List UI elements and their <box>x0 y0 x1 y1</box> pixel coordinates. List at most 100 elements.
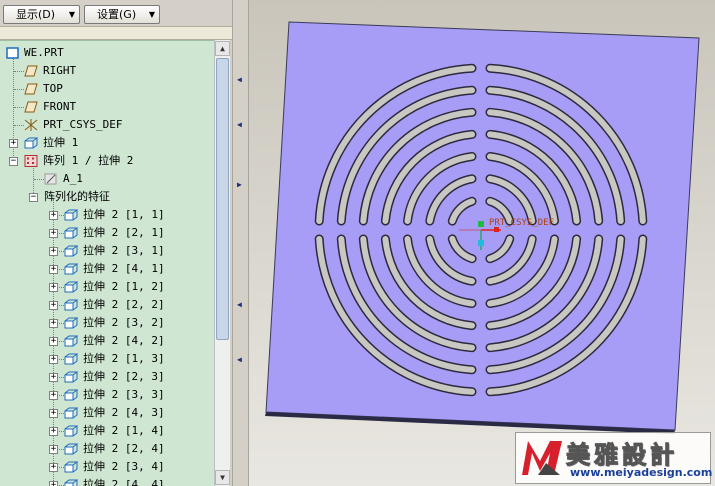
tree-item-pattern-member[interactable]: + 拉伸 2 [1, 2] <box>0 278 214 296</box>
model-tree-toolbar: 显示(D) ▼ 设置(G) ▼ <box>0 0 232 26</box>
tree-root[interactable]: WE.PRT <box>0 44 214 62</box>
csys-label: PRT_CSYS_DEF <box>489 218 554 228</box>
expand-icon[interactable]: + <box>49 409 58 418</box>
tree-item-label: 拉伸 1 <box>43 136 79 149</box>
expand-icon[interactable]: + <box>49 265 58 274</box>
tree-item-pattern-member[interactable]: + 拉伸 2 [2, 3] <box>0 368 214 386</box>
extrude-icon <box>24 137 38 149</box>
tree-item-pattern-member[interactable]: + 拉伸 2 [1, 4] <box>0 422 214 440</box>
expand-icon[interactable]: + <box>49 283 58 292</box>
collapse-left-icon[interactable]: ◀ <box>237 355 242 364</box>
tree-scrollbar[interactable]: ▲ ▼ <box>214 40 230 486</box>
model-tree-panel: 显示(D) ▼ 设置(G) ▼ WE.PRT RIGHT TOP FRONT P… <box>0 0 232 486</box>
tree-item-pattern-member[interactable]: + 拉伸 2 [1, 3] <box>0 350 214 368</box>
extrude-icon <box>64 227 78 239</box>
chevron-down-icon: ▼ <box>68 10 75 19</box>
graphics-window[interactable]: PRT_CSYS_DEF 美雅設計 www.meiyadesign.com <box>249 0 715 486</box>
tree-item-pattern-member[interactable]: + 拉伸 2 [3, 1] <box>0 242 214 260</box>
expand-right-icon[interactable]: ▶ <box>237 180 242 189</box>
scroll-down-icon[interactable]: ▼ <box>215 470 230 485</box>
expand-icon[interactable]: + <box>49 229 58 238</box>
expand-icon[interactable]: + <box>49 337 58 346</box>
collapse-icon[interactable]: − <box>9 157 18 166</box>
tree-item-pattern-1[interactable]: − 阵列 1 / 拉伸 2 <box>0 152 214 170</box>
scroll-thumb[interactable] <box>216 58 229 340</box>
datum-plane-icon <box>24 65 38 77</box>
expand-icon[interactable]: + <box>49 373 58 382</box>
settings-menu-button[interactable]: 设置(G) ▼ <box>84 5 160 24</box>
tree-item-label: 拉伸 2 [2, 3] <box>83 370 165 383</box>
tree-item-extrude-1[interactable]: + 拉伸 1 <box>0 134 214 152</box>
tree-item-pattern-member[interactable]: + 拉伸 2 [3, 2] <box>0 314 214 332</box>
tree-item-patterned-features[interactable]: − 阵列化的特征 <box>0 188 214 206</box>
extrude-icon <box>64 245 78 257</box>
expand-icon[interactable]: + <box>49 247 58 256</box>
extrude-icon <box>64 263 78 275</box>
expand-icon[interactable]: + <box>49 481 58 486</box>
tree-item-label: 拉伸 2 [2, 4] <box>83 442 165 455</box>
tree-item-axis[interactable]: A_1 <box>0 170 214 188</box>
tree-item-csys[interactable]: PRT_CSYS_DEF <box>0 116 214 134</box>
tree-item-top[interactable]: TOP <box>0 80 214 98</box>
chevron-down-icon: ▼ <box>148 10 155 19</box>
tree-item-pattern-member[interactable]: + 拉伸 2 [4, 4] <box>0 476 214 486</box>
tree-item-pattern-member[interactable]: + 拉伸 2 [4, 2] <box>0 332 214 350</box>
expand-icon[interactable]: + <box>49 427 58 436</box>
watermark: 美雅設計 www.meiyadesign.com <box>515 432 712 484</box>
expand-icon[interactable]: + <box>49 301 58 310</box>
extrude-icon <box>64 443 78 455</box>
expand-icon[interactable]: + <box>9 139 18 148</box>
expand-icon[interactable]: + <box>49 319 58 328</box>
tree-item-label: 拉伸 2 [2, 2] <box>83 298 165 311</box>
extrude-icon <box>64 209 78 221</box>
extrude-icon <box>64 353 78 365</box>
tree-item-pattern-member[interactable]: + 拉伸 2 [3, 4] <box>0 458 214 476</box>
display-menu-button[interactable]: 显示(D) ▼ <box>3 5 80 24</box>
collapse-left-icon[interactable]: ◀ <box>237 120 242 129</box>
settings-menu-label: 设置(G) <box>97 8 137 21</box>
tree-item-pattern-member[interactable]: + 拉伸 2 [2, 2] <box>0 296 214 314</box>
tree-item-pattern-member[interactable]: + 拉伸 2 [2, 1] <box>0 224 214 242</box>
tree-item-label: 拉伸 2 [1, 4] <box>83 424 165 437</box>
expand-icon[interactable]: + <box>49 445 58 454</box>
part-icon <box>6 47 19 59</box>
tree-item-label: 拉伸 2 [3, 1] <box>83 244 165 257</box>
tree-item-right[interactable]: RIGHT <box>0 62 214 80</box>
tree-item-label: 拉伸 2 [3, 2] <box>83 316 165 329</box>
expand-icon[interactable]: + <box>49 211 58 220</box>
collapse-left-icon[interactable]: ◀ <box>237 300 242 309</box>
tree-item-front[interactable]: FRONT <box>0 98 214 116</box>
display-menu-label: 显示(D) <box>16 8 56 21</box>
pattern-icon <box>24 155 38 167</box>
tree-item-pattern-member[interactable]: + 拉伸 2 [4, 1] <box>0 260 214 278</box>
datum-axis-icon <box>44 173 57 185</box>
expand-icon[interactable]: + <box>49 355 58 364</box>
extrude-icon <box>64 389 78 401</box>
scroll-up-icon[interactable]: ▲ <box>215 41 230 56</box>
tree-item-label: 拉伸 2 [4, 3] <box>83 406 165 419</box>
tree-filter-strip <box>0 26 232 40</box>
expand-icon[interactable]: + <box>49 391 58 400</box>
extrude-icon <box>64 425 78 437</box>
tree-item-pattern-member[interactable]: + 拉伸 2 [1, 1] <box>0 206 214 224</box>
tree-item-pattern-member[interactable]: + 拉伸 2 [4, 3] <box>0 404 214 422</box>
tree-item-label: 拉伸 2 [1, 3] <box>83 352 165 365</box>
expand-icon[interactable]: + <box>49 463 58 472</box>
tree-item-pattern-member[interactable]: + 拉伸 2 [3, 3] <box>0 386 214 404</box>
tree-item-pattern-member[interactable]: + 拉伸 2 [2, 4] <box>0 440 214 458</box>
extrude-icon <box>64 479 78 486</box>
model-tree: WE.PRT RIGHT TOP FRONT PRT_CSYS_DEF + 拉伸… <box>0 40 214 486</box>
tree-item-label: PRT_CSYS_DEF <box>43 118 123 131</box>
extrude-icon <box>64 335 78 347</box>
panel-splitter[interactable]: ◀ ◀ ▶ ◀ ◀ <box>232 0 249 486</box>
part-model: PRT_CSYS_DEF <box>265 21 700 434</box>
datum-plane-icon <box>24 83 38 95</box>
collapse-left-icon[interactable]: ◀ <box>237 75 242 84</box>
extrude-icon <box>64 461 78 473</box>
collapse-icon[interactable]: − <box>29 193 38 202</box>
tree-item-label: 拉伸 2 [4, 4] <box>83 478 165 486</box>
tree-root-label: WE.PRT <box>24 46 64 59</box>
extrude-icon <box>64 407 78 419</box>
tree-item-label: A_1 <box>63 172 83 185</box>
tree-item-label: 阵列 1 / 拉伸 2 <box>43 154 134 167</box>
